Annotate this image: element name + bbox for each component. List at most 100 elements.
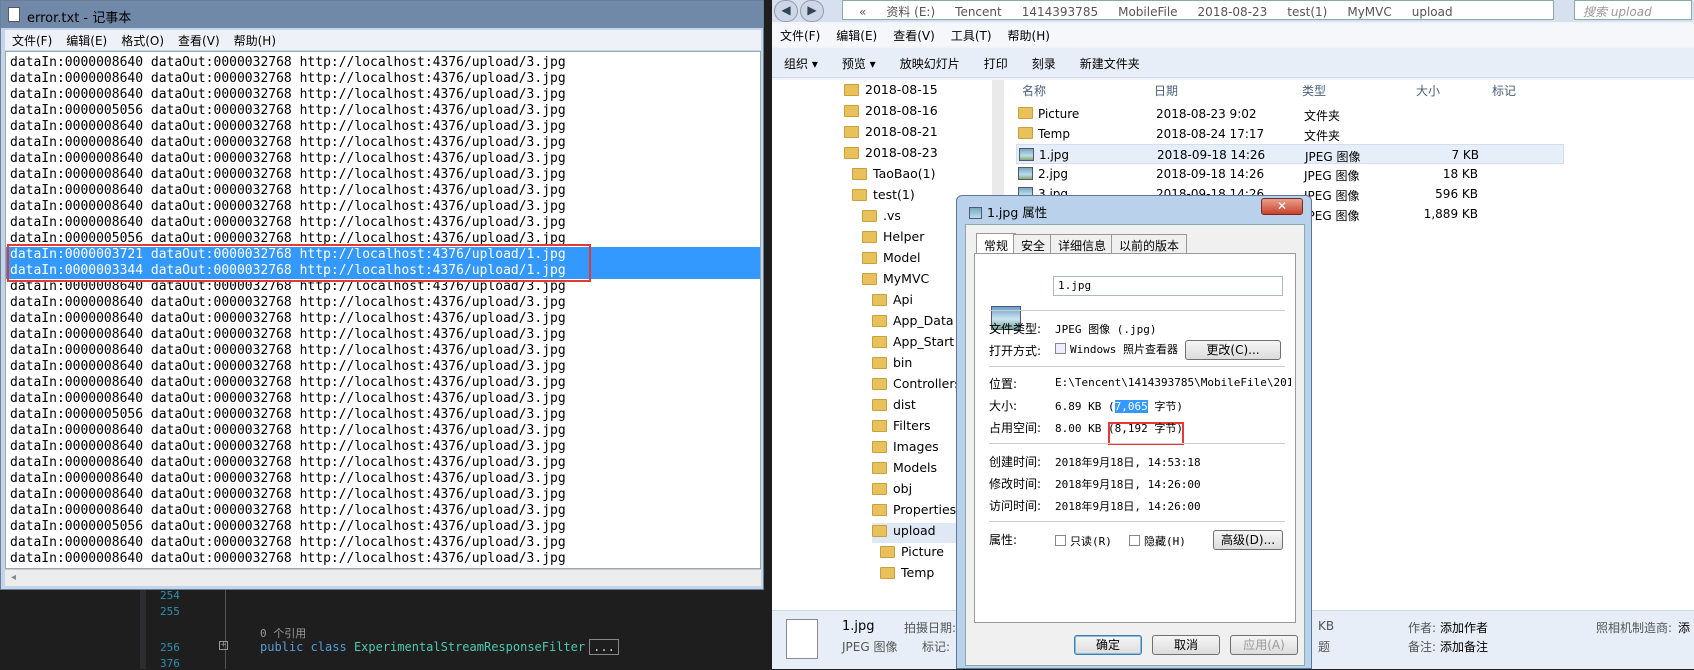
tree-item[interactable]: Filters [872, 418, 930, 438]
log-line: dataIn:0000008640 dataOut:0000032768 htt… [10, 551, 566, 566]
column-size[interactable]: 大小 [1416, 82, 1440, 102]
notepad-titlebar[interactable]: error.txt - 记事本 [1, 1, 763, 28]
close-button[interactable]: ✕ [1261, 198, 1303, 215]
menu-format[interactable]: 格式(O) [114, 30, 171, 51]
file-row[interactable]: 2.jpg 2018-09-18 14:26 JPEG 图像 18 KB [1016, 164, 1564, 184]
tree-item[interactable]: Model [862, 250, 921, 270]
breadcrumb-segment[interactable]: 1414393785 [1022, 5, 1098, 19]
log-line: dataIn:0000008640 dataOut:0000032768 htt… [10, 471, 566, 486]
tree-item[interactable]: TaoBao(1) [852, 166, 935, 186]
breadcrumb-segment[interactable]: 资料 (E:) [886, 5, 935, 19]
search-input[interactable]: 搜索 upload [1574, 0, 1692, 20]
tree-item[interactable]: 2018-08-16 [844, 103, 938, 123]
tree-item[interactable]: dist [872, 397, 916, 417]
tree-item[interactable]: Api [872, 292, 913, 312]
scroll-left-icon[interactable]: ◂ [11, 572, 16, 583]
breadcrumb-segment[interactable]: 2018-08-23 [1198, 5, 1268, 19]
menu-help[interactable]: 帮助(H) [227, 30, 283, 51]
disk-size-value: 8.00 KB (8,192 字节) [1055, 422, 1183, 435]
file-type: 文件夹 [1304, 129, 1341, 143]
tree-item[interactable]: Temp [880, 565, 934, 585]
menu-edit[interactable]: 编辑(E) [59, 30, 114, 51]
menu-tools[interactable]: 工具(T) [943, 24, 1000, 47]
details-author-value[interactable]: 添加作者 [1440, 619, 1488, 636]
breadcrumb[interactable]: « 资料 (E:) Tencent 1414393785 MobileFile 2018-… [842, 0, 1554, 20]
tree-item[interactable]: 2018-08-15 [844, 82, 938, 102]
outline-collapse-icon[interactable]: + [219, 641, 228, 650]
log-line: dataIn:0000008640 dataOut:0000032768 htt… [10, 311, 566, 326]
image-file-icon [1018, 167, 1033, 180]
tree-item[interactable]: Images [872, 439, 939, 459]
accessed-value: 2018年9月18日, 14:26:00 [1055, 500, 1201, 513]
details-note-label: 备注: [1408, 640, 1437, 654]
forward-icon[interactable]: ▶ [800, 0, 824, 22]
breadcrumb-segment[interactable]: test(1) [1287, 5, 1327, 19]
tree-item[interactable]: obj [872, 481, 912, 501]
photo-viewer-icon [1055, 343, 1066, 354]
column-date[interactable]: 日期 [1154, 82, 1178, 102]
preview-button[interactable]: 预览 ▾ [830, 48, 888, 79]
tree-item[interactable]: App_Start [872, 334, 954, 354]
tree-item[interactable]: Picture [880, 544, 944, 564]
details-maker-value[interactable]: 添 [1678, 619, 1690, 636]
breadcrumb-overflow[interactable]: « [859, 5, 866, 19]
filename-field[interactable]: 1.jpg [1053, 276, 1283, 296]
tree-item[interactable]: test(1) [852, 187, 915, 207]
tree-item[interactable]: Models [872, 460, 937, 480]
breadcrumb-segment[interactable]: MyMVC [1347, 5, 1391, 19]
tree-item[interactable]: .vs [862, 208, 901, 228]
burn-button[interactable]: 刻录 [1020, 48, 1068, 79]
advanced-button[interactable]: 高级(D)... [1213, 530, 1283, 550]
breadcrumb-segment[interactable]: MobileFile [1118, 5, 1177, 19]
tree-item[interactable]: bin [872, 355, 912, 375]
menu-edit[interactable]: 编辑(E) [828, 24, 885, 47]
column-type[interactable]: 类型 [1302, 82, 1326, 102]
breadcrumb-segment[interactable]: upload [1412, 5, 1453, 19]
checkbox-box[interactable] [1129, 535, 1140, 546]
breadcrumb-segment[interactable]: Tencent [955, 5, 1002, 19]
readonly-checkbox[interactable]: 只读(R) [1055, 533, 1112, 549]
tree-item[interactable]: Helper [862, 229, 924, 249]
tree-item-label: 2018-08-15 [865, 82, 938, 97]
folder-icon [872, 462, 887, 474]
print-button[interactable]: 打印 [972, 48, 1020, 79]
change-button[interactable]: 更改(C)... [1185, 340, 1281, 360]
tree-item[interactable]: MyMVC [862, 271, 929, 291]
tree-item[interactable]: Properties [872, 502, 956, 522]
tree-item-label: MyMVC [883, 271, 930, 286]
reference-hint[interactable]: 0 个引用 [260, 625, 306, 641]
tree-item[interactable]: App_Data [872, 313, 954, 333]
checkbox-box[interactable] [1055, 535, 1066, 546]
tree-item[interactable]: 2018-08-23 [844, 145, 938, 165]
log-line: dataIn:0000008640 dataOut:0000032768 htt… [10, 71, 566, 86]
file-row[interactable]: Picture 2018-08-23 9:02 文件夹 [1016, 104, 1564, 124]
menu-file[interactable]: 文件(F) [772, 24, 828, 47]
menu-view[interactable]: 查看(V) [885, 24, 943, 47]
notepad-text-area[interactable]: dataIn:0000008640 dataOut:0000032768 htt… [5, 51, 761, 569]
horizontal-scrollbar[interactable]: ◂ [5, 569, 761, 586]
menu-view[interactable]: 查看(V) [171, 30, 227, 51]
cancel-button[interactable]: 取消 [1152, 635, 1220, 655]
file-row[interactable]: Temp 2018-08-24 17:17 文件夹 [1016, 124, 1564, 144]
ok-button[interactable]: 确定 [1074, 635, 1142, 655]
log-line: dataIn:0000008640 dataOut:0000032768 htt… [10, 439, 566, 454]
apply-button[interactable]: 应用(A) [1230, 635, 1298, 655]
slideshow-button[interactable]: 放映幻灯片 [888, 48, 972, 79]
details-note-value[interactable]: 添加备注 [1440, 638, 1488, 655]
new-folder-button[interactable]: 新建文件夹 [1068, 48, 1152, 79]
column-tags[interactable]: 标记 [1492, 82, 1516, 102]
created-label: 创建时间: [989, 455, 1042, 469]
organize-button[interactable]: 组织 ▾ [772, 48, 830, 79]
tree-item[interactable]: 2018-08-21 [844, 124, 938, 144]
collapsed-block[interactable]: ... [589, 639, 619, 655]
back-icon[interactable]: ◀ [774, 0, 798, 22]
divider [989, 366, 1285, 367]
divider [989, 310, 1285, 311]
hidden-checkbox[interactable]: 隐藏(H) [1129, 533, 1186, 549]
menu-file[interactable]: 文件(F) [5, 30, 59, 51]
column-name[interactable]: 名称 [1022, 82, 1046, 102]
tree-item[interactable]: Controllers [872, 376, 961, 396]
tree-item-label: upload [893, 523, 936, 538]
menu-help[interactable]: 帮助(H) [1000, 24, 1058, 47]
file-row[interactable]: 1.jpg 2018-09-18 14:26 JPEG 图像 7 KB [1016, 144, 1564, 164]
